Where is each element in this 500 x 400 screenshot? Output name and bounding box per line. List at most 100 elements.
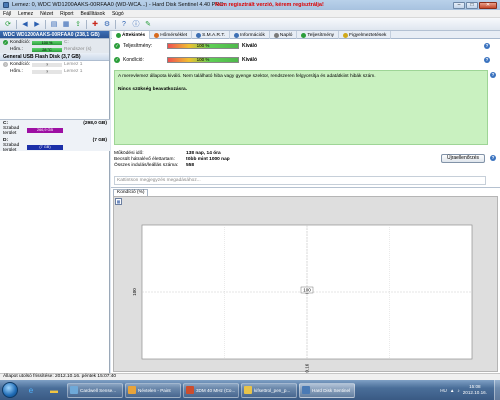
- forward-icon[interactable]: ▶: [32, 19, 42, 29]
- app-icon: [244, 386, 252, 394]
- volume-icon[interactable]: ♪: [457, 388, 459, 393]
- info-value: 558: [186, 163, 195, 168]
- temperature-bar: ?: [32, 69, 62, 74]
- clock[interactable]: 15:08 2012.10.16.: [463, 384, 487, 396]
- row-label: Kondíció:: [10, 40, 31, 45]
- taskbar-item[interactable]: 3DM 40 MHz (Co...: [183, 382, 239, 398]
- info-row: Összes indulás/leállás száma: 558: [114, 163, 230, 169]
- folder-icon[interactable]: ▬: [44, 383, 64, 398]
- system-tray: HU ▲ ♪ 15:08 2012.10.16.: [440, 384, 491, 396]
- menu-settings[interactable]: Beállítások: [80, 11, 104, 17]
- refresh-icon[interactable]: ⟳: [3, 19, 13, 29]
- tab-label: Információk: [240, 32, 265, 38]
- disk-header[interactable]: WDC WD1200AAKS-00RFAA0 (238,1 GB): [0, 31, 109, 39]
- help-icon[interactable]: ?: [484, 43, 490, 49]
- menu-report[interactable]: Riport: [60, 11, 73, 17]
- info-icon[interactable]: ⓘ: [131, 19, 141, 29]
- partition-size: (298,0 GB): [83, 121, 107, 126]
- info-key: Összes indulás/leállás száma:: [114, 163, 179, 168]
- clock-date: 2012.10.16.: [462, 390, 487, 395]
- disk-health-row: ? Kondíció: ? Lemez 1: [0, 61, 109, 68]
- action-text: Nincs szükség beavatkozásra.: [118, 87, 188, 92]
- taskbar-item-label: Hard Disk Sentinel: [312, 387, 351, 393]
- export-icon[interactable]: ⇪: [73, 19, 83, 29]
- temperature-bar: 28 °C: [32, 47, 62, 52]
- free-space-label: Szabad terület: [3, 142, 20, 153]
- title-bar: Lemez: 0, WDC WD1200AAKS-00RFAA0 (WD-WCA…: [0, 0, 500, 10]
- show-desktop-button[interactable]: [494, 380, 500, 400]
- network-icon[interactable]: ▲: [450, 388, 455, 393]
- tab-temperature[interactable]: Hőmérséklet: [150, 31, 193, 39]
- language-indicator[interactable]: HU: [440, 388, 447, 393]
- details-panel: Áttekintés Hőmérséklet S.M.A.R.T. Informáci…: [111, 31, 500, 373]
- tab-performance[interactable]: Teljesítmény: [297, 31, 340, 39]
- chart-tab-bar: Kondíció (%): [111, 188, 500, 196]
- tab-bar: Áttekintés Hőmérséklet S.M.A.R.T. Informáci…: [111, 31, 500, 39]
- menu-file[interactable]: Fájl: [3, 11, 11, 17]
- chart-area: ▦ 1001002012.10.16: [113, 196, 498, 373]
- taskbar-item-label: Névtelen - Paint: [138, 387, 171, 393]
- disk-health-row: ✓ Kondíció: 100 % C:: [0, 39, 109, 46]
- disk-item[interactable]: General USB Flash Disk (3,7 GB) ? Kondíc…: [0, 53, 109, 75]
- settings-icon[interactable]: ⚙: [102, 19, 112, 29]
- start-button[interactable]: [2, 382, 18, 398]
- disk-list-panel: WDC WD1200AAKS-00RFAA0 (238,1 GB) ✓ Kond…: [0, 31, 110, 373]
- ie-icon[interactable]: e: [21, 383, 41, 398]
- toolbar: ⟳ ◀ ▶ ▤ ▦ ⇪ ✚ ⚙ ? ⓘ ✎: [0, 18, 500, 31]
- tab-log[interactable]: Napló: [270, 31, 298, 39]
- recheck-button[interactable]: Újraellenőrzés: [441, 154, 485, 163]
- health-ok-icon: ✓: [3, 40, 8, 45]
- task-list: Cardwell Sense... Névtelen - Paint 3DM 40 …: [67, 382, 355, 398]
- unknown-icon: ?: [3, 62, 8, 67]
- disk-item[interactable]: WDC WD1200AAKS-00RFAA0 (238,1 GB) ✓ Kond…: [0, 31, 109, 53]
- tab-label: Teljesítmény: [307, 32, 335, 38]
- help-icon[interactable]: ?: [119, 19, 129, 29]
- temperature-icon: [154, 32, 160, 38]
- taskbar-item[interactable]: kifsettrol_pen_p...: [241, 382, 297, 398]
- toolbar-separator: [45, 19, 46, 29]
- tab-alerts[interactable]: Figyelmeztetések: [339, 31, 392, 39]
- taskbar-item[interactable]: Névtelen - Paint: [125, 382, 181, 398]
- tab-smart[interactable]: S.M.A.R.T.: [192, 31, 231, 39]
- tab-info[interactable]: Információk: [230, 31, 270, 39]
- help-icon[interactable]: ?: [484, 57, 490, 63]
- back-icon[interactable]: ◀: [20, 19, 30, 29]
- chart-svg: 100 100 2012.10.16: [132, 224, 473, 373]
- close-button[interactable]: ✕: [479, 1, 497, 9]
- performance-value: Kiváló: [242, 43, 258, 49]
- disk-icon[interactable]: ▤: [49, 19, 59, 29]
- help-icon[interactable]: ?: [490, 155, 496, 161]
- comment-field[interactable]: Kattintson megjegyzés megadásához...: [114, 176, 486, 185]
- taskbar-item-label: kifsettrol_pen_p...: [254, 387, 291, 393]
- taskbar-item[interactable]: Hard Disk Sentinel: [299, 382, 355, 398]
- menu-help[interactable]: Súgó: [112, 11, 124, 17]
- report-icon[interactable]: ▦: [61, 19, 71, 29]
- help-icon[interactable]: ?: [490, 72, 496, 78]
- taskbar-item[interactable]: Cardwell Sense...: [67, 382, 123, 398]
- alerts-icon: [343, 32, 349, 38]
- row-label: Hőm.:: [10, 47, 23, 52]
- minimize-button[interactable]: –: [453, 1, 465, 9]
- test-icon[interactable]: ✚: [90, 19, 100, 29]
- chart-panel: Kondíció (%) ▦ 1001002012.10.16: [111, 187, 500, 373]
- menu-disk[interactable]: Lemez: [18, 11, 33, 17]
- check-icon: ✓: [114, 57, 120, 63]
- menu-view[interactable]: Nézet: [40, 11, 53, 17]
- spacer-icon: [3, 47, 8, 52]
- free-space-bar: (7 GB): [27, 145, 63, 150]
- chart-tab-health[interactable]: Kondíció (%): [113, 188, 149, 196]
- app-icon: [70, 386, 78, 394]
- register-icon[interactable]: ✎: [143, 19, 153, 29]
- register-notice[interactable]: Nem regisztrált verzió, kérem regisztrál…: [215, 2, 324, 8]
- partition-row: Szabad terület 266,9 GB: [0, 126, 110, 136]
- app-icon: [302, 386, 310, 394]
- taskbar-item-label: Cardwell Sense...: [80, 387, 117, 393]
- disk-header[interactable]: General USB Flash Disk (3,7 GB): [0, 53, 109, 61]
- row-label: Hőm.:: [10, 69, 23, 74]
- performance-row: ✓ Teljesítmény: 100 % Kiváló ?: [114, 42, 494, 50]
- free-space-bar: 266,9 GB: [27, 128, 63, 133]
- tab-overview[interactable]: Áttekintés: [112, 31, 151, 39]
- performance-icon: [301, 32, 307, 38]
- maximize-button[interactable]: □: [466, 1, 478, 9]
- row-extra: Lemez 1: [64, 62, 83, 67]
